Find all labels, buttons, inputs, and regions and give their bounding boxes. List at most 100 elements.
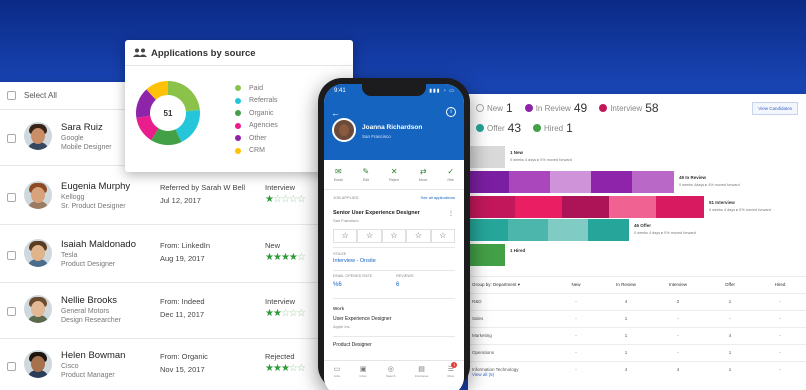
stage-label: STAGE xyxy=(333,251,347,256)
stat-dot xyxy=(533,124,541,132)
table-row[interactable]: R&D - 4 2 1 - xyxy=(468,293,806,310)
candidate-row[interactable]: Nellie Brooks General Motors Design Resear… xyxy=(0,283,370,339)
legend-item-organic[interactable]: Organic xyxy=(235,107,278,120)
select-all-checkbox[interactable] xyxy=(7,91,16,100)
view-candidates-button[interactable]: View Candidates xyxy=(752,102,798,115)
row-checkbox[interactable] xyxy=(7,307,16,316)
star-icon: ☆ xyxy=(296,252,306,263)
candidate-name[interactable]: Helen Bowman xyxy=(61,350,125,361)
candidate-avatar xyxy=(24,181,52,209)
more-options-icon[interactable]: ⋮ xyxy=(448,210,454,217)
candidate-title: Mobile Designer xyxy=(61,144,112,151)
stats-row-1: New 1 In Review 49 Interview 58 xyxy=(476,101,659,115)
stat-value: 58 xyxy=(645,101,659,115)
row-checkbox[interactable] xyxy=(7,134,16,143)
phone-screen: 9:41 ▮▮▮ ◔ ▭ ← i Joanna Richardson San F… xyxy=(324,84,464,390)
action-edit[interactable]: ✎ Edit xyxy=(363,167,370,182)
nav-inbox[interactable]: ▣ Inbox xyxy=(359,365,366,378)
table-row[interactable]: Information Technology -4 4 1- xyxy=(468,361,806,378)
table-cell: Sales xyxy=(472,316,484,321)
see-all-applications-link[interactable]: See all applications xyxy=(421,195,455,200)
legend-label: Agencies xyxy=(249,122,278,130)
legend-item-paid[interactable]: Paid xyxy=(235,82,278,95)
action-email[interactable]: ✉ Email xyxy=(334,167,343,182)
info-icon[interactable]: i xyxy=(446,107,456,117)
candidate-row[interactable]: Eugenia Murphy Kellogg Sr. Product Designe… xyxy=(0,169,370,225)
action-reject[interactable]: ✕ Reject xyxy=(389,167,399,182)
funnel-row-in-review[interactable]: 49 In Review 0 weeks 4days ▸ 4% moved for… xyxy=(468,171,806,193)
stat-value: 49 xyxy=(573,101,588,115)
stat-offer[interactable]: Offer 43 xyxy=(476,121,521,135)
table-header-cell: Hired xyxy=(774,282,786,287)
legend-item-crm[interactable]: CRM xyxy=(235,145,278,158)
star-icon[interactable]: ☆ xyxy=(381,229,407,243)
donut-slice-referrals[interactable] xyxy=(175,110,200,143)
legend-item-other[interactable]: Other xyxy=(235,132,278,145)
nav-search[interactable]: ◎ Search xyxy=(386,365,396,378)
stats-row-2: Offer 43 Hired 1 xyxy=(476,121,573,135)
table-row[interactable]: Sales - 1 - - - xyxy=(468,310,806,327)
funnel-row-new[interactable]: 1 New 0 weeks 4 days ▸ 0% moved forward xyxy=(468,146,806,168)
candidate-name[interactable]: Nellie Brooks xyxy=(61,295,117,306)
status-time: 9:41 xyxy=(334,88,346,94)
stat-new[interactable]: New 1 xyxy=(476,101,513,115)
star-icon: ☆ xyxy=(296,308,306,319)
funnel-row-interview[interactable]: 51 Interview 0 weeks 4 days ▸ 0% moved fo… xyxy=(468,196,806,218)
view-all-link[interactable]: View all (5) xyxy=(472,372,494,377)
table-cell: 4 xyxy=(728,333,732,338)
table-header-cell[interactable]: Group by: Department ▾ xyxy=(472,282,520,288)
marketing-composite: Select All Sara Ruiz Google Mobile Designe… xyxy=(0,0,806,390)
legend-item-referrals[interactable]: Referrals xyxy=(235,95,278,108)
candidate-source: From: Organic xyxy=(160,352,208,361)
candidate-name[interactable]: Sara Ruiz xyxy=(61,122,103,133)
table-cell: 4 xyxy=(676,367,680,372)
table-cell: - xyxy=(677,333,679,338)
candidate-row[interactable]: Helen Bowman Cisco Product Manager From: Or… xyxy=(0,338,370,390)
nav-jobs[interactable]: ▭ Jobs xyxy=(334,365,341,378)
row-checkbox[interactable] xyxy=(7,251,16,260)
stage-value[interactable]: Interview - Onsite xyxy=(333,258,376,264)
funnel-row-hired[interactable]: 1 Hired xyxy=(468,244,806,266)
nav-more[interactable]: ☰ More 1 xyxy=(447,362,458,378)
table-header-cell: New xyxy=(571,282,581,287)
star-icon: ☆ xyxy=(280,194,290,205)
row-checkbox[interactable] xyxy=(7,362,16,371)
candidate-name[interactable]: Eugenia Murphy xyxy=(61,181,130,192)
star-icon[interactable]: ☆ xyxy=(430,229,456,243)
stat-interview[interactable]: Interview 58 xyxy=(599,101,659,115)
action-label: Edit xyxy=(362,178,369,182)
candidate-name[interactable]: Isaiah Maldonado xyxy=(61,239,136,250)
row-checkbox[interactable] xyxy=(7,193,16,202)
funnel-row-offer[interactable]: 46 Offer 0 weeks 4 days ▸ 0% moved forwar… xyxy=(468,219,806,241)
back-arrow-icon[interactable]: ← xyxy=(331,108,340,118)
star-icon[interactable]: ☆ xyxy=(357,229,382,243)
table-row[interactable]: Operations - 1 - 1 - xyxy=(468,344,806,361)
star-icon[interactable]: ☆ xyxy=(333,229,358,243)
star-icon: ☆ xyxy=(288,363,298,374)
legend-item-agencies[interactable]: Agencies xyxy=(235,120,278,133)
table-cell: 4 xyxy=(624,299,628,304)
action-move[interactable]: ⇄ Move xyxy=(419,167,428,182)
table-cell: - xyxy=(677,350,679,355)
star-icon[interactable]: ☆ xyxy=(406,229,431,243)
legend-dot xyxy=(235,135,241,142)
legend-label: Referrals xyxy=(249,97,278,105)
table-row[interactable]: Marketing - 1 - 4 - xyxy=(468,327,806,344)
funnel-segment xyxy=(468,146,487,168)
nav-label: Interviews xyxy=(414,374,429,378)
stat-in-review[interactable]: In Review 49 xyxy=(524,101,588,115)
action-hire[interactable]: ✓ Hire xyxy=(447,167,454,182)
people-icon xyxy=(133,48,147,59)
table-cell: - xyxy=(779,333,781,338)
stat-label: New xyxy=(487,103,504,113)
avatar-face xyxy=(31,301,45,317)
nav-interviews[interactable]: ▤ Interviews xyxy=(415,365,429,378)
star-icon: ★ xyxy=(265,252,274,263)
donut-slice-paid[interactable] xyxy=(168,81,200,112)
stat-hired[interactable]: Hired 1 xyxy=(533,121,573,135)
legend-dot xyxy=(235,122,241,129)
avatar-face xyxy=(31,356,45,372)
candidate-rating: ★★☆☆☆ xyxy=(265,308,306,319)
candidate-row[interactable]: Isaiah Maldonado Tesla Product Designer Fro… xyxy=(0,227,370,283)
table-cell: - xyxy=(729,316,731,321)
